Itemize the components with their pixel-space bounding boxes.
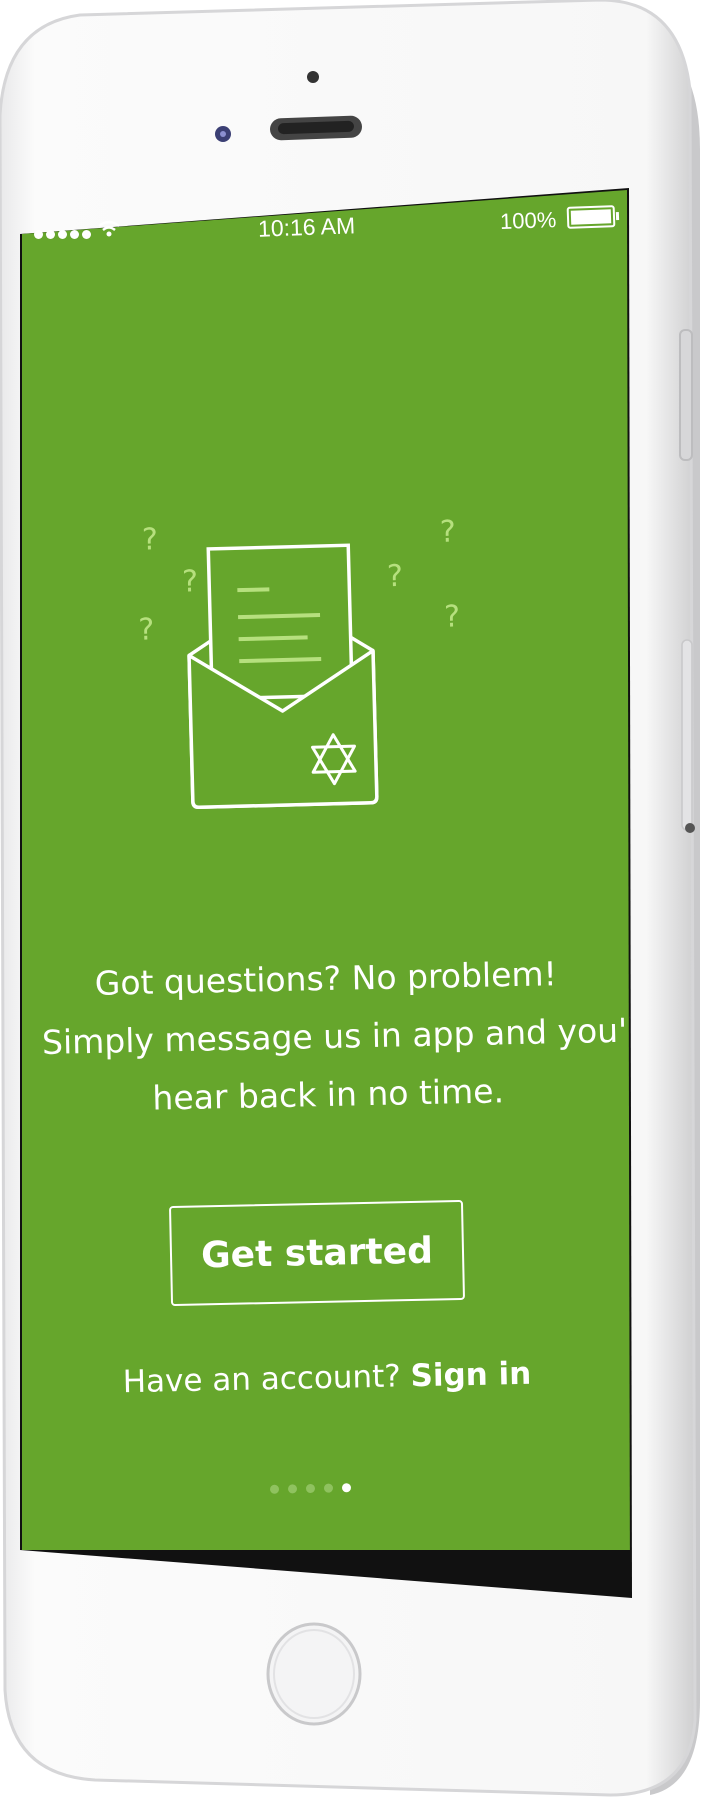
- question-mark-icon: ?: [142, 522, 159, 557]
- page-dot[interactable]: [323, 1483, 334, 1493]
- onboarding-message: Got questions? No problem! Simply messag…: [40, 944, 630, 1130]
- app-screen: 10:16 AM 100% ? ? ? ? ? ? Got questions?…: [22, 190, 630, 1550]
- question-mark-icon: ?: [182, 564, 199, 599]
- get-started-button[interactable]: Get started: [168, 1199, 466, 1307]
- question-mark-icon: ?: [387, 559, 404, 594]
- account-prompt-text: Have an account?: [122, 1358, 402, 1401]
- message-line: Simply message us in app and you'll: [41, 1010, 630, 1062]
- page-indicator[interactable]: [269, 1483, 352, 1494]
- message-line: hear back in no time.: [152, 1071, 505, 1118]
- phone-mockup: 10:16 AM 100% ? ? ? ? ? ? Got questions?…: [0, 0, 702, 1800]
- page-dot[interactable]: [287, 1484, 298, 1494]
- question-mark-icon: ?: [138, 612, 155, 647]
- page-dot-active[interactable]: [341, 1483, 352, 1493]
- page-dot[interactable]: [269, 1484, 280, 1494]
- page-dot[interactable]: [305, 1483, 316, 1494]
- question-mark-icon: ?: [444, 599, 461, 634]
- question-mark-icon: ?: [439, 514, 456, 549]
- envelope-letter-icon: ? ? ? ? ? ?: [138, 514, 461, 810]
- sign-in-link[interactable]: Sign in: [410, 1356, 531, 1395]
